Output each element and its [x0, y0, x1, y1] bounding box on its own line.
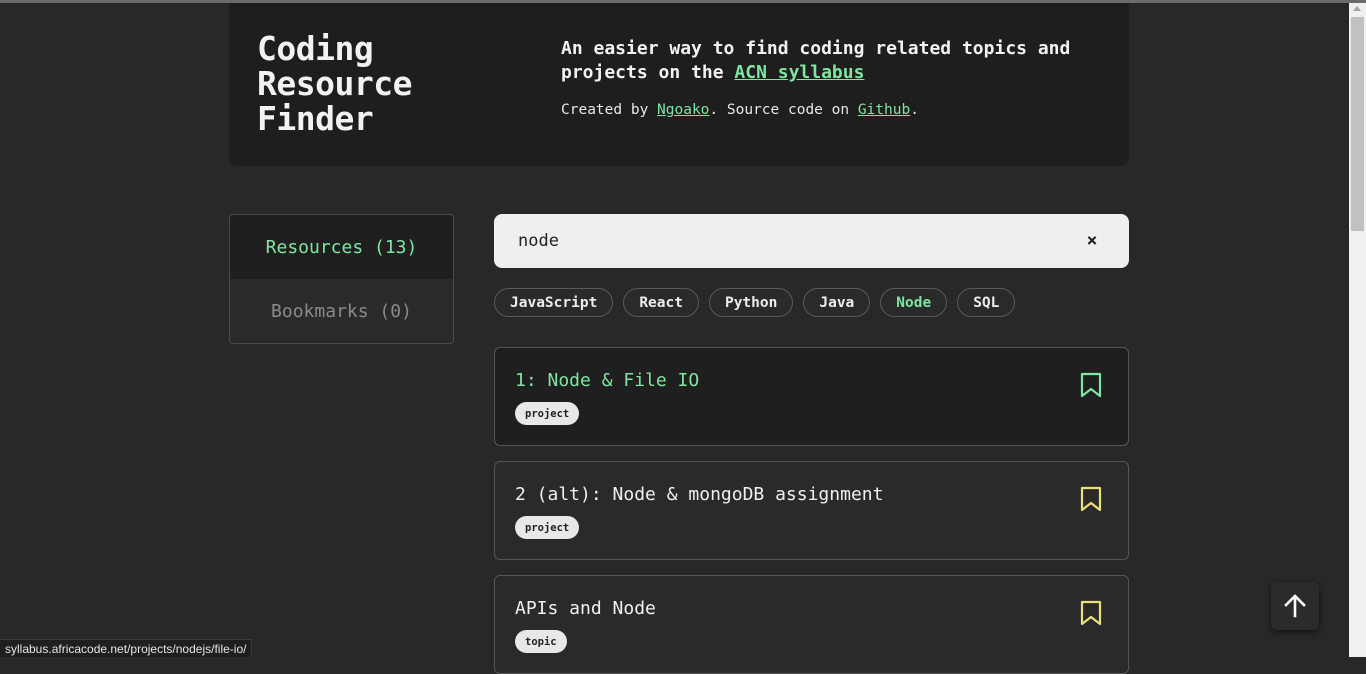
site-title: Coding Resource Finder [257, 29, 412, 138]
tag-sql[interactable]: SQL [957, 288, 1016, 317]
tag-java[interactable]: Java [803, 288, 871, 317]
acn-syllabus-link[interactable]: ACN syllabus [734, 62, 864, 83]
tag-python[interactable]: Python [708, 288, 794, 317]
result-title[interactable]: APIs and Node [515, 598, 656, 619]
result-card[interactable]: 1: Node & File IO project [494, 347, 1129, 446]
type-badge: topic [515, 630, 567, 653]
type-badge: project [515, 516, 580, 539]
search-input[interactable] [518, 214, 1058, 268]
result-title[interactable]: 2 (alt): Node & mongoDB assignment [515, 484, 883, 505]
browser-status-url: syllabus.africacode.net/projects/nodejs/… [0, 639, 253, 657]
sidebar-nav: Resources (13) Bookmarks (0) [229, 214, 454, 344]
site-credits: Created by Ngoako. Source code on Github… [561, 102, 919, 118]
sidebar-item-bookmarks[interactable]: Bookmarks (0) [230, 279, 453, 343]
bookmark-icon[interactable] [1080, 600, 1102, 626]
site-tagline: An easier way to find coding related top… [561, 38, 1071, 83]
github-link[interactable]: Github [858, 102, 910, 118]
tag-filter-list: JavaScript React Python Java Node SQL [494, 288, 1016, 318]
author-link[interactable]: Ngoako [657, 102, 709, 118]
back-to-top-button[interactable] [1271, 582, 1319, 630]
tag-react[interactable]: React [623, 288, 699, 317]
site-header: Coding Resource Finder An easier way to … [229, 3, 1129, 166]
result-card[interactable]: 2 (alt): Node & mongoDB assignment proje… [494, 461, 1129, 560]
result-title[interactable]: 1: Node & File IO [515, 370, 699, 391]
result-card[interactable]: APIs and Node topic [494, 575, 1129, 674]
type-badge: project [515, 402, 580, 425]
bookmark-icon[interactable] [1080, 372, 1102, 398]
scrollbar-thumb[interactable] [1351, 17, 1364, 231]
scroll-up-arrow-icon[interactable] [1353, 6, 1361, 11]
tag-javascript[interactable]: JavaScript [494, 288, 614, 317]
close-icon[interactable]: × [1081, 229, 1103, 251]
search-bar: × [494, 214, 1129, 268]
arrow-up-icon [1284, 594, 1306, 618]
page-scrollbar[interactable] [1349, 3, 1366, 657]
bookmark-icon[interactable] [1080, 486, 1102, 512]
tag-node[interactable]: Node [880, 288, 948, 317]
sidebar-item-resources[interactable]: Resources (13) [230, 215, 453, 279]
